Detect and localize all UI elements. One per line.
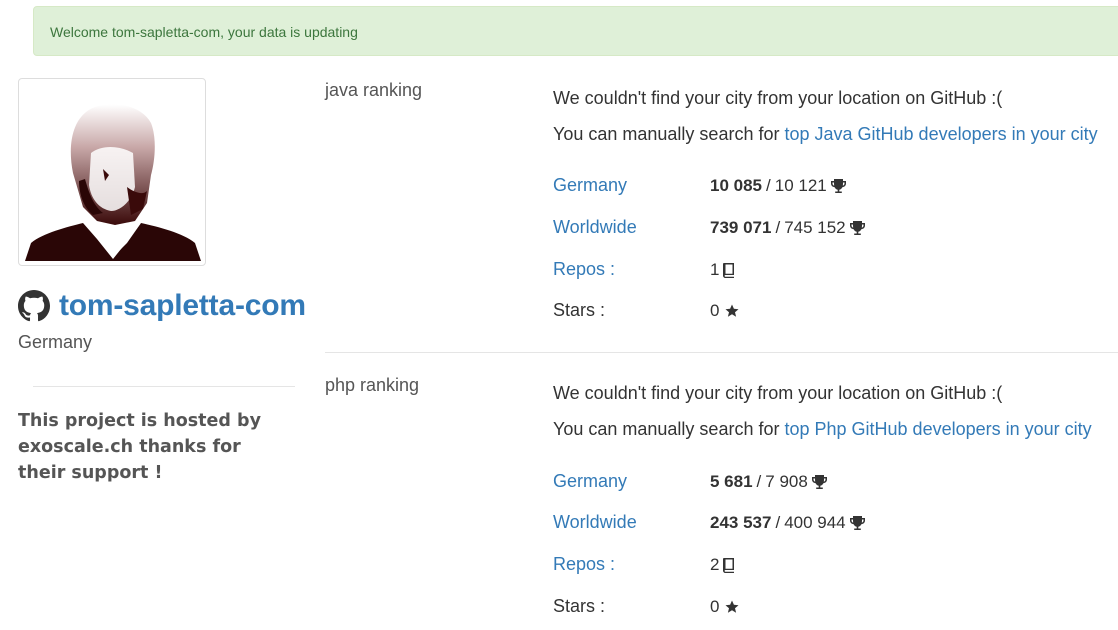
php-city-message: We couldn't find your city from your loc… bbox=[553, 383, 1003, 403]
php-worldwide-rank: 243 537 / 400 944 bbox=[710, 513, 866, 533]
profile-name: tom-sapletta-com bbox=[18, 286, 306, 326]
update-alert: Welcome tom-sapletta-com, your data is u… bbox=[33, 6, 1118, 56]
java-country-rank-value: 10 085 bbox=[710, 176, 762, 195]
php-repos-count: 2 bbox=[710, 555, 736, 575]
java-stars-value: 0 bbox=[710, 301, 720, 320]
rank-separator: / bbox=[756, 472, 762, 491]
php-country-total: 7 908 bbox=[765, 472, 808, 491]
java-city-search-link[interactable]: top Java GitHub developers in your city bbox=[784, 124, 1097, 144]
github-octocat-icon bbox=[18, 290, 50, 322]
trophy-icon bbox=[830, 179, 846, 193]
php-country-rank: 5 681 / 7 908 bbox=[710, 472, 828, 492]
php-ranking-title: php ranking bbox=[325, 375, 420, 395]
php-country-link[interactable]: Germany bbox=[553, 471, 627, 492]
php-repos-value: 2 bbox=[710, 555, 720, 574]
sidebar-divider bbox=[33, 386, 295, 387]
trophy-icon bbox=[849, 221, 865, 235]
java-country-rank: 10 085 / 10 121 bbox=[710, 176, 847, 196]
java-repos-link[interactable]: Repos : bbox=[553, 259, 615, 280]
java-repos-count: 1 bbox=[710, 260, 736, 280]
java-stars-count: 0 bbox=[710, 301, 740, 321]
php-search-line: You can manually search for top Php GitH… bbox=[553, 419, 1092, 440]
java-search-line: You can manually search for top Java Git… bbox=[553, 124, 1098, 145]
php-worldwide-rank-value: 243 537 bbox=[710, 513, 772, 532]
php-repos-link[interactable]: Repos : bbox=[553, 554, 615, 575]
php-search-prefix: You can manually search for bbox=[553, 419, 780, 439]
php-city-search-link[interactable]: top Php GitHub developers in your city bbox=[784, 419, 1091, 439]
java-country-total: 10 121 bbox=[774, 176, 827, 195]
java-stars-label: Stars : bbox=[553, 300, 606, 320]
java-search-prefix: You can manually search for bbox=[553, 124, 780, 144]
trophy-icon bbox=[849, 516, 865, 530]
section-divider bbox=[325, 352, 1118, 353]
rank-separator: / bbox=[775, 513, 781, 532]
avatar-image bbox=[23, 83, 201, 261]
profile-location: Germany bbox=[18, 332, 93, 352]
star-icon bbox=[725, 600, 739, 613]
alert-message: Welcome tom-sapletta-com, your data is u… bbox=[50, 24, 358, 40]
java-repos-value: 1 bbox=[710, 260, 720, 279]
java-country-link[interactable]: Germany bbox=[553, 175, 627, 196]
rank-separator: / bbox=[766, 176, 771, 195]
java-worldwide-total: 745 152 bbox=[784, 218, 846, 237]
profile-username-link[interactable]: tom-sapletta-com bbox=[59, 289, 306, 323]
java-worldwide-rank-value: 739 071 bbox=[710, 218, 772, 237]
hosted-notice: This project is hosted by exoscale.ch th… bbox=[18, 411, 261, 483]
php-stars-value: 0 bbox=[710, 597, 720, 616]
java-city-message: We couldn't find your city from your loc… bbox=[553, 88, 1003, 108]
php-stars-label: Stars : bbox=[553, 596, 606, 616]
java-ranking-title: java ranking bbox=[325, 80, 423, 100]
php-worldwide-total: 400 944 bbox=[784, 513, 846, 532]
star-icon bbox=[725, 304, 739, 317]
php-stars-count: 0 bbox=[710, 597, 740, 617]
book-icon bbox=[723, 558, 735, 573]
avatar bbox=[18, 78, 206, 266]
java-worldwide-rank: 739 071 / 745 152 bbox=[710, 218, 866, 238]
java-worldwide-link[interactable]: Worldwide bbox=[553, 217, 637, 238]
php-worldwide-link[interactable]: Worldwide bbox=[553, 512, 637, 533]
rank-separator: / bbox=[775, 218, 781, 237]
php-country-rank-value: 5 681 bbox=[710, 472, 753, 491]
trophy-icon bbox=[811, 475, 827, 489]
book-icon bbox=[723, 263, 735, 278]
